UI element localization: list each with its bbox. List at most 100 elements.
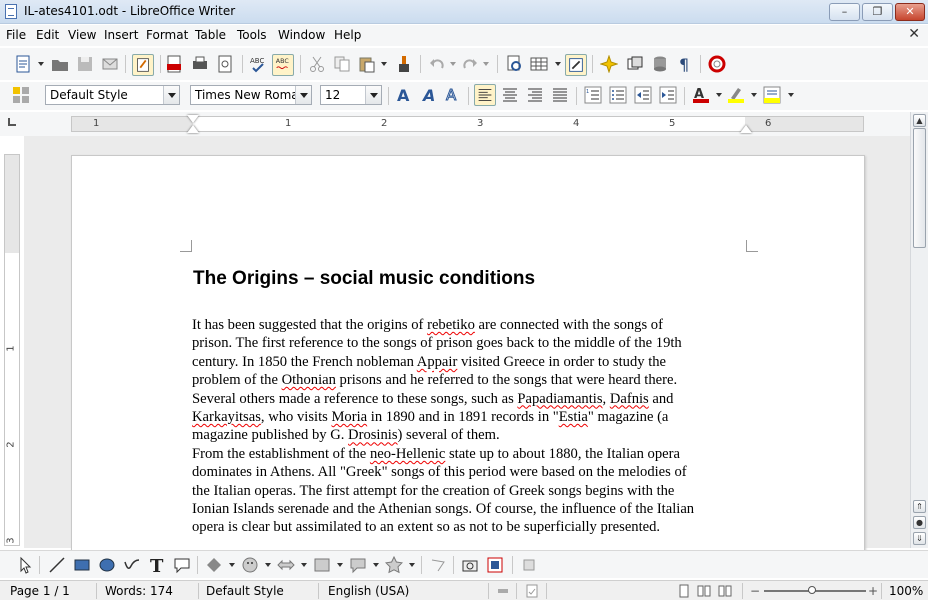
menu-edit[interactable]: Edit — [36, 28, 59, 42]
text-box-icon[interactable]: T — [148, 556, 166, 574]
paragraph-1[interactable]: It has been suggested that the origins o… — [192, 316, 752, 445]
bullets-icon[interactable] — [609, 86, 627, 104]
open-folder-icon[interactable] — [51, 55, 69, 73]
copy-icon[interactable] — [333, 55, 351, 73]
basic-shapes-dropdown-icon[interactable] — [229, 563, 235, 567]
edit-mode-icon[interactable] — [132, 54, 154, 76]
decrease-indent-icon[interactable] — [634, 86, 652, 104]
font-dropdown-icon[interactable] — [295, 86, 311, 104]
stars-dropdown-icon[interactable] — [409, 563, 415, 567]
font-size-combo[interactable]: 12 — [320, 85, 382, 105]
callouts-icon[interactable] — [349, 556, 367, 574]
data-sources-icon[interactable] — [651, 55, 669, 73]
line-icon[interactable] — [48, 556, 66, 574]
justify-icon[interactable] — [551, 86, 569, 104]
font-color-icon[interactable]: A — [692, 86, 710, 104]
italic-icon[interactable]: A — [420, 86, 438, 104]
stars-icon[interactable] — [385, 556, 403, 574]
fontwork-icon[interactable] — [486, 556, 504, 574]
highlight-dropdown-icon[interactable] — [751, 93, 757, 97]
bgcolor-dropdown-icon[interactable] — [788, 93, 794, 97]
find-replace-icon[interactable] — [505, 55, 523, 73]
menu-view[interactable]: View — [68, 28, 96, 42]
page-count[interactable]: Page 1 / 1 — [10, 584, 70, 598]
menu-tools[interactable]: Tools — [237, 28, 267, 42]
bold-icon[interactable]: A — [395, 86, 413, 104]
numbering-icon[interactable]: 1 — [584, 86, 602, 104]
insert-mode-icon[interactable] — [497, 585, 509, 597]
points-icon[interactable] — [429, 556, 447, 574]
redo-dropdown-icon[interactable] — [483, 62, 489, 66]
multi-page-view-icon[interactable] — [697, 584, 711, 598]
navigator-icon[interactable] — [600, 55, 618, 73]
increase-indent-icon[interactable] — [659, 86, 677, 104]
language-status[interactable]: English (USA) — [328, 584, 409, 598]
block-arrows-icon[interactable] — [277, 556, 295, 574]
print-icon[interactable] — [191, 55, 209, 73]
select-pointer-icon[interactable] — [16, 556, 34, 574]
first-line-indent-marker[interactable] — [187, 115, 199, 123]
scroll-up-icon[interactable]: ▲ — [913, 114, 926, 127]
undo-icon[interactable] — [428, 55, 446, 73]
size-dropdown-icon[interactable] — [365, 86, 381, 104]
zoom-out-icon[interactable]: − — [750, 584, 760, 598]
vertical-ruler[interactable]: 1 2 3 — [4, 154, 20, 546]
new-document-icon[interactable] — [14, 55, 32, 73]
align-left-icon[interactable] — [474, 84, 496, 106]
underline-icon[interactable]: A — [444, 86, 462, 104]
document-heading[interactable]: The Origins – social music conditions — [193, 268, 535, 290]
menu-window[interactable]: Window — [278, 28, 325, 42]
zoom-level[interactable]: 100% — [889, 584, 923, 598]
menu-file[interactable]: File — [6, 28, 26, 42]
symbol-shapes-icon[interactable] — [241, 556, 259, 574]
callouts-dropdown-icon[interactable] — [373, 563, 379, 567]
formatting-marks-icon[interactable]: ¶ — [676, 55, 694, 73]
word-count[interactable]: Words: 174 — [105, 584, 173, 598]
paragraph-2[interactable]: From the establishment of the neo-Hellen… — [192, 445, 752, 537]
font-name-combo[interactable]: Times New Roman — [190, 85, 312, 105]
flowchart-icon[interactable] — [313, 556, 331, 574]
horizontal-ruler[interactable]: 1 1 2 3 4 5 6 — [71, 115, 864, 133]
background-color-icon[interactable] — [763, 86, 781, 104]
help-lifebuoy-icon[interactable] — [708, 55, 726, 73]
close-window-button[interactable]: ✕ — [895, 3, 925, 21]
document-modified-icon[interactable] — [526, 584, 538, 598]
tab-type-icon[interactable] — [8, 118, 16, 126]
page-style[interactable]: Default Style — [206, 584, 284, 598]
styles-formatting-icon[interactable] — [12, 86, 30, 104]
spelling-icon[interactable]: ABC — [249, 55, 267, 73]
basic-shapes-icon[interactable] — [205, 556, 223, 574]
print-preview-icon[interactable] — [216, 55, 234, 73]
zoom-slider-handle[interactable] — [808, 586, 816, 594]
scroll-thumb[interactable] — [913, 128, 926, 248]
next-page-icon[interactable]: ⇓ — [913, 532, 926, 545]
flowchart-dropdown-icon[interactable] — [337, 563, 343, 567]
rectangle-icon[interactable] — [73, 556, 91, 574]
book-view-icon[interactable] — [718, 584, 732, 598]
insert-table-icon[interactable] — [530, 55, 548, 73]
close-document-icon[interactable]: ✕ — [908, 26, 920, 42]
clone-formatting-icon[interactable] — [395, 55, 413, 73]
menu-help[interactable]: Help — [334, 28, 361, 42]
align-right-icon[interactable] — [526, 86, 544, 104]
menu-format[interactable]: Format — [146, 28, 188, 42]
left-indent-marker[interactable] — [187, 125, 199, 133]
undo-dropdown-icon[interactable] — [450, 62, 456, 66]
extrusion-icon[interactable] — [520, 556, 538, 574]
menu-table[interactable]: Table — [195, 28, 226, 42]
block-arrows-dropdown-icon[interactable] — [301, 563, 307, 567]
auto-spellcheck-icon[interactable]: ABC — [272, 54, 294, 76]
right-indent-marker[interactable] — [740, 125, 752, 133]
redo-icon[interactable] — [461, 55, 479, 73]
highlighting-icon[interactable] — [727, 86, 745, 104]
previous-page-icon[interactable]: ⇑ — [913, 500, 926, 513]
single-page-view-icon[interactable] — [677, 584, 691, 598]
export-pdf-icon[interactable] — [165, 55, 183, 73]
table-dropdown-icon[interactable] — [555, 62, 561, 66]
callout-icon[interactable] — [173, 556, 191, 574]
navigation-icon[interactable]: ● — [913, 516, 926, 529]
align-center-icon[interactable] — [501, 86, 519, 104]
email-icon[interactable] — [101, 55, 119, 73]
minimize-button[interactable]: – — [829, 3, 860, 21]
style-dropdown-icon[interactable] — [163, 86, 179, 104]
